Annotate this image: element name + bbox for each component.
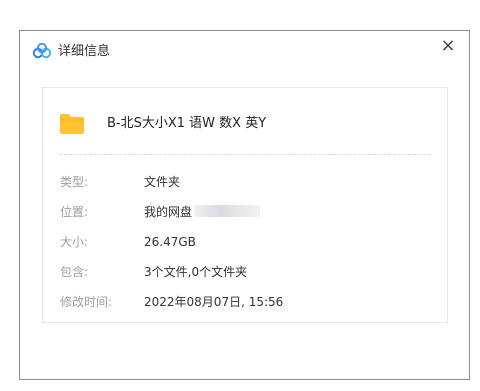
detail-row-type: 类型: 文件夹 bbox=[43, 168, 447, 198]
file-name: B-北S大小X1 语W 数X 英Y bbox=[107, 116, 267, 131]
baidu-netdisk-logo-icon bbox=[32, 42, 52, 59]
detail-label: 包含: bbox=[60, 265, 89, 279]
detail-value: 2022年08月07日, 15:56 bbox=[144, 295, 284, 309]
dialog-title: 详细信息 bbox=[58, 44, 111, 59]
detail-value: 文件夹 bbox=[144, 175, 181, 189]
detail-label: 修改时间: bbox=[60, 295, 113, 309]
detail-row-modified: 修改时间: 2022年08月07日, 15:56 bbox=[43, 288, 447, 318]
folder-icon bbox=[59, 113, 85, 135]
close-button[interactable]: × bbox=[437, 35, 459, 57]
detail-value: 3个文件,0个文件夹 bbox=[144, 265, 248, 279]
detail-row-contains: 包含: 3个文件,0个文件夹 bbox=[43, 258, 447, 288]
details-panel: B-北S大小X1 语W 数X 英Y 类型: 文件夹 位置: 我的网盘 大小: 2… bbox=[42, 87, 448, 323]
detail-value: 26.47GB bbox=[144, 235, 196, 249]
detail-label: 位置: bbox=[60, 205, 89, 219]
detail-rows: 类型: 文件夹 位置: 我的网盘 大小: 26.47GB 包含: 3个文件,0个… bbox=[43, 168, 447, 318]
detail-label: 大小: bbox=[60, 235, 89, 249]
detail-label: 类型: bbox=[60, 175, 89, 189]
detail-row-size: 大小: 26.47GB bbox=[43, 228, 447, 258]
location-text: 我的网盘 bbox=[144, 205, 193, 219]
detail-value-location[interactable]: 我的网盘 bbox=[144, 203, 261, 221]
blurred-path bbox=[194, 205, 261, 217]
divider bbox=[59, 154, 431, 155]
details-dialog: 详细信息 × B-北S大小X1 语W 数X 英Y 类型: 文件夹 位置: 我的网… bbox=[19, 30, 470, 380]
dialog-titlebar: 详细信息 × bbox=[20, 31, 469, 75]
detail-row-location: 位置: 我的网盘 bbox=[43, 198, 447, 228]
